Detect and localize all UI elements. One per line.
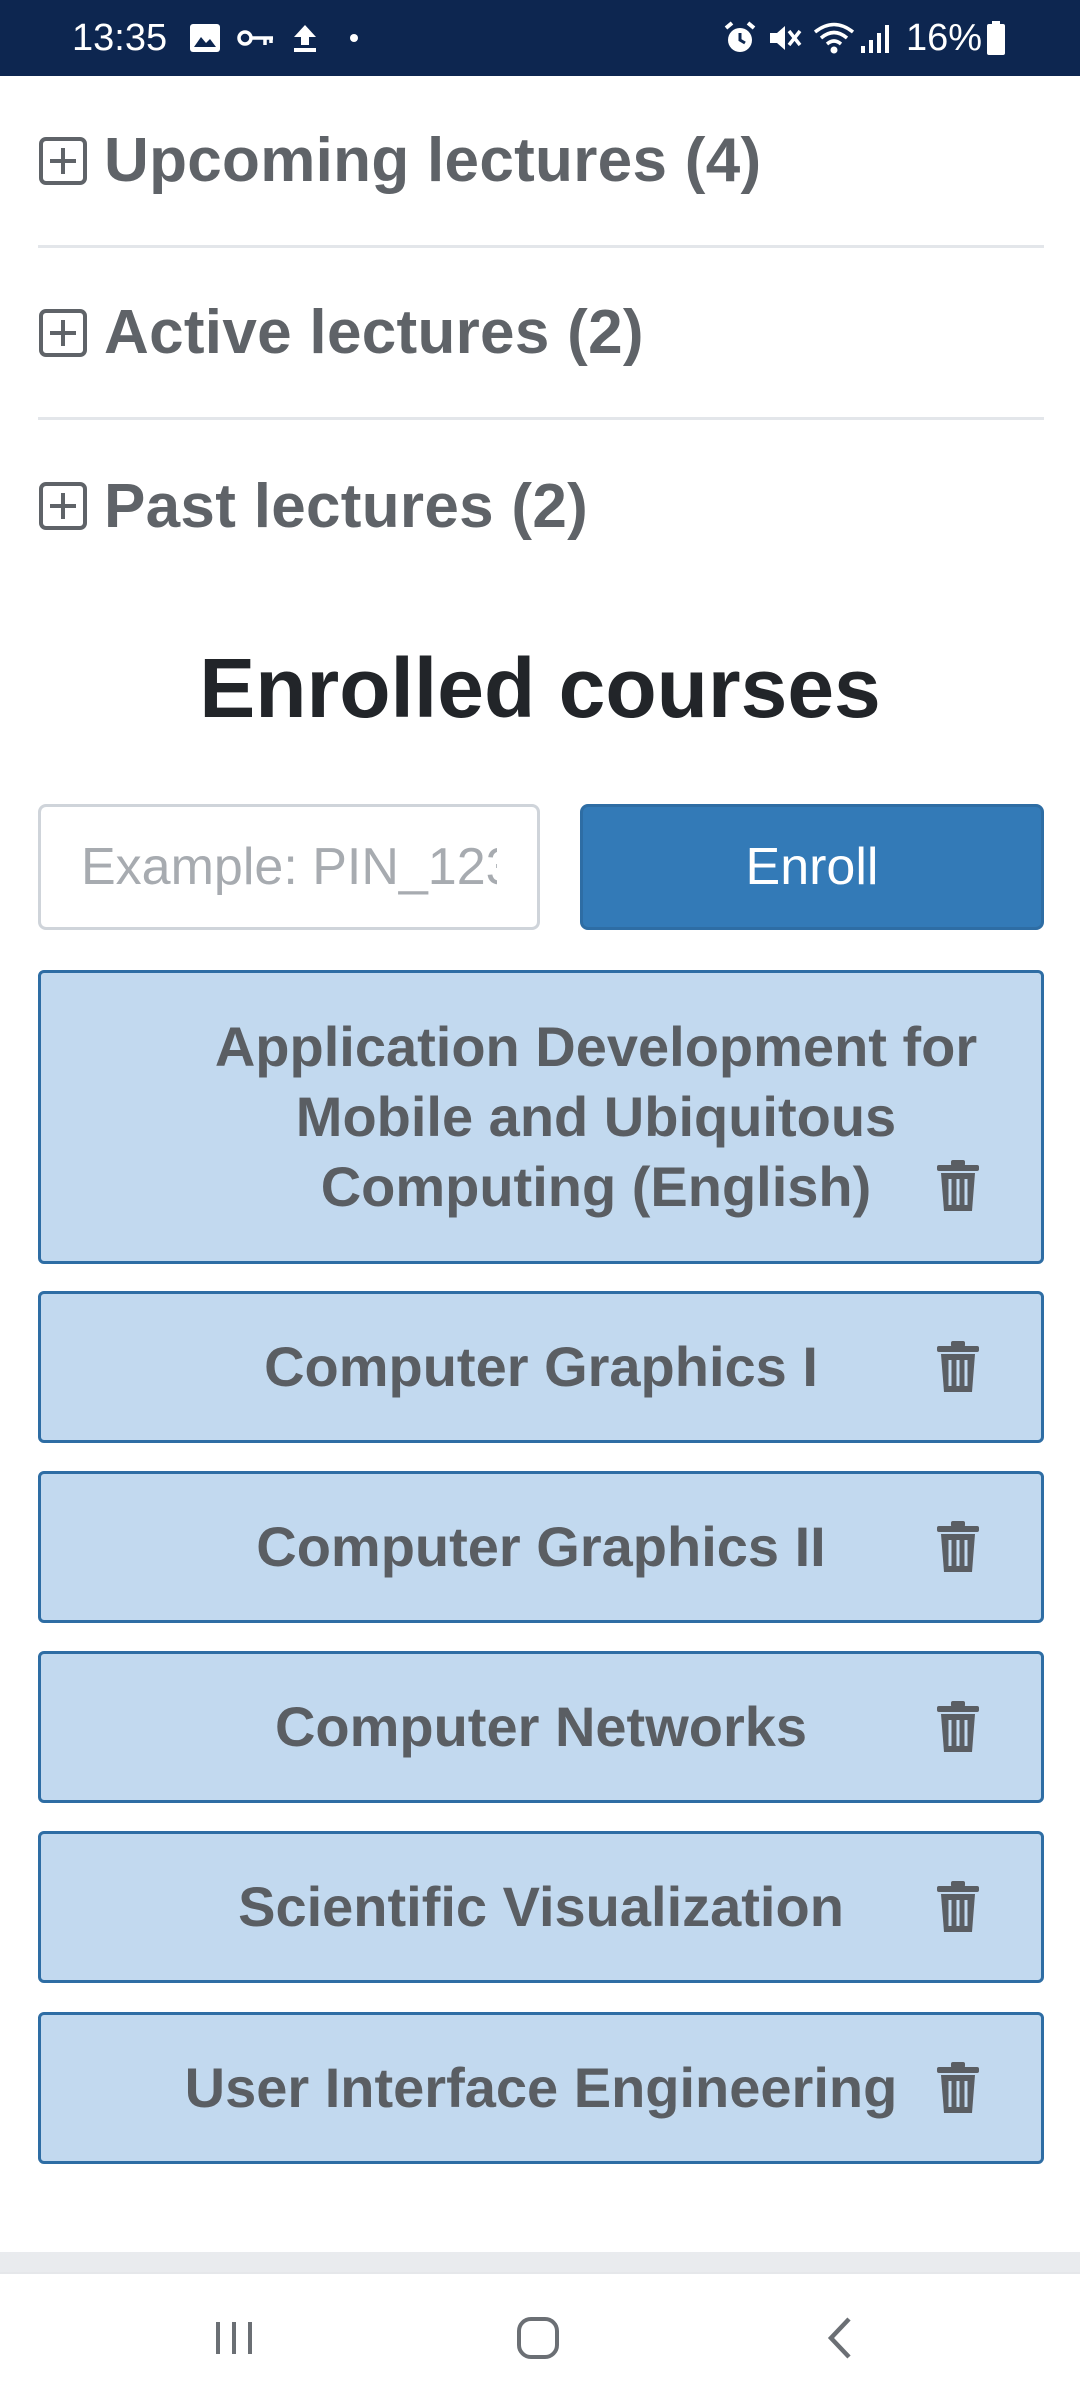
course-name: Computer Graphics II bbox=[256, 1515, 826, 1578]
system-nav-bar bbox=[0, 2272, 1080, 2400]
course-item[interactable]: Computer Networks bbox=[38, 1651, 1044, 1803]
course-item[interactable]: Computer Graphics I bbox=[38, 1291, 1044, 1443]
trash-icon[interactable] bbox=[935, 1520, 981, 1574]
home-icon[interactable] bbox=[508, 2308, 568, 2368]
expand-plus-icon bbox=[39, 308, 87, 357]
course-name: Scientific Visualization bbox=[238, 1875, 844, 1938]
battery-icon bbox=[984, 20, 1008, 56]
course-item[interactable]: Scientific Visualization bbox=[38, 1831, 1044, 1983]
expand-plus-icon bbox=[39, 136, 87, 185]
status-bar: 13:35 16% bbox=[0, 0, 1080, 76]
alarm-icon bbox=[722, 20, 758, 56]
trash-icon[interactable] bbox=[935, 1159, 981, 1213]
enroll-button[interactable]: Enroll bbox=[580, 804, 1044, 930]
course-pin-input[interactable] bbox=[38, 804, 540, 930]
back-icon[interactable] bbox=[810, 2308, 870, 2368]
signal-icon bbox=[858, 20, 892, 56]
active-lectures-label: Active lectures (2) bbox=[104, 298, 644, 367]
battery-percentage: 16% bbox=[905, 17, 982, 59]
course-name: Application Development for Mobile and U… bbox=[214, 1015, 978, 1218]
expand-plus-icon bbox=[39, 482, 87, 530]
past-lectures-toggle[interactable]: Past lectures (2) bbox=[38, 420, 1044, 592]
course-name: Computer Graphics I bbox=[264, 1335, 818, 1398]
wifi-icon bbox=[812, 20, 856, 56]
past-lectures-label: Past lectures (2) bbox=[104, 471, 589, 541]
trash-icon[interactable] bbox=[935, 1700, 981, 1754]
course-item[interactable]: User Interface Engineering bbox=[38, 2012, 1044, 2164]
upload-icon bbox=[290, 20, 320, 56]
dot-icon bbox=[346, 20, 362, 56]
course-name: User Interface Engineering bbox=[184, 2056, 898, 2119]
footer-divider bbox=[0, 2252, 1080, 2272]
trash-icon[interactable] bbox=[935, 1880, 981, 1934]
active-lectures-toggle[interactable]: Active lectures (2) bbox=[38, 248, 1044, 420]
course-name: Computer Networks bbox=[274, 1695, 808, 1758]
course-item[interactable]: Application Development for Mobile and U… bbox=[38, 970, 1044, 1264]
key-icon bbox=[236, 20, 276, 56]
image-icon bbox=[188, 20, 222, 56]
course-item[interactable]: Computer Graphics II bbox=[38, 1471, 1044, 1623]
mute-icon bbox=[766, 20, 804, 56]
lecture-accordion: Upcoming lectures (4) Active lectures (2… bbox=[38, 76, 1044, 592]
trash-icon[interactable] bbox=[935, 1340, 981, 1394]
trash-icon[interactable] bbox=[935, 2061, 981, 2115]
upcoming-lectures-label: Upcoming lectures (4) bbox=[104, 126, 762, 195]
enrolled-courses-title: Enrolled courses bbox=[199, 641, 881, 735]
status-time: 13:35 bbox=[72, 17, 168, 59]
recents-icon[interactable] bbox=[204, 2308, 264, 2368]
upcoming-lectures-toggle[interactable]: Upcoming lectures (4) bbox=[38, 76, 1044, 248]
